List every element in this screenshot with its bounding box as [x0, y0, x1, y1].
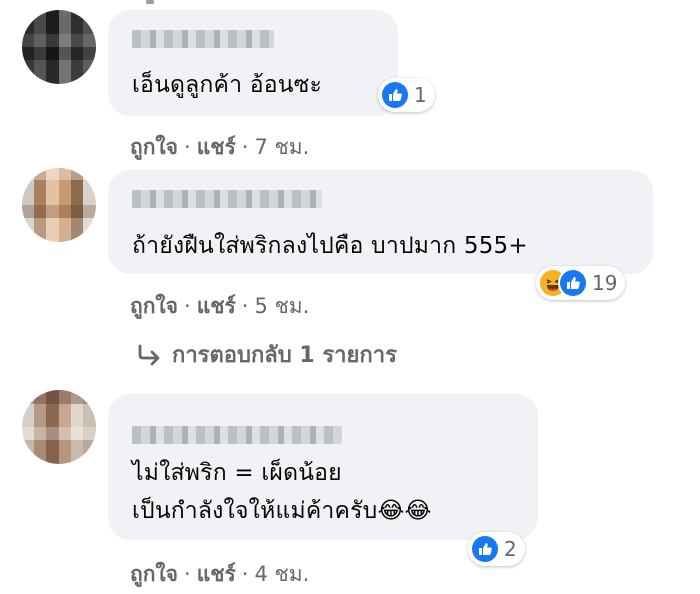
- author-name-blurred[interactable]: [132, 426, 342, 444]
- like-link[interactable]: ถูกใจ: [130, 135, 178, 159]
- share-link[interactable]: แชร์: [197, 562, 236, 586]
- previous-comment-edge: [0, 0, 700, 6]
- reaction-summary[interactable]: 2: [468, 532, 525, 566]
- avatar[interactable]: [22, 168, 96, 242]
- comment-bubble: ถ้ายังฝืนใส่พริกลงไปคือ บาปมาก 555+: [108, 170, 653, 274]
- like-icon: [560, 270, 586, 296]
- share-link[interactable]: แชร์: [197, 135, 236, 159]
- reaction-summary[interactable]: 19: [536, 266, 626, 300]
- like-icon: [382, 82, 408, 108]
- timestamp[interactable]: 5 ชม.: [254, 294, 309, 318]
- reaction-count: 19: [592, 271, 618, 295]
- comment-text-line-2: เป็นกำลังใจให้แม่ค้าครับ😂😂: [132, 498, 432, 524]
- avatar[interactable]: [22, 390, 96, 464]
- comment-actions: ถูกใจ · แชร์ · 7 ชม.: [130, 135, 310, 159]
- timestamp[interactable]: 4 ชม.: [254, 562, 309, 586]
- reaction-count: 2: [504, 537, 517, 561]
- comment-actions: ถูกใจ · แชร์ · 4 ชม.: [130, 562, 310, 586]
- like-link[interactable]: ถูกใจ: [130, 294, 178, 318]
- author-name-blurred[interactable]: [132, 30, 274, 48]
- avatar[interactable]: [22, 10, 96, 84]
- reaction-summary[interactable]: 1: [378, 78, 435, 112]
- timestamp[interactable]: 7 ชม.: [254, 135, 309, 159]
- reaction-count: 1: [414, 83, 427, 107]
- comment-bubble: เอ็นดูลูกค้า อ้อนซะ: [108, 10, 398, 116]
- view-replies-link[interactable]: การตอบกลับ 1 รายการ: [136, 337, 397, 372]
- comment-text: ถ้ายังฝืนใส่พริกลงไปคือ บาปมาก 555+: [132, 233, 528, 259]
- reply-arrow-icon: [138, 344, 160, 365]
- replies-label: การตอบกลับ 1 รายการ: [172, 343, 397, 368]
- share-link[interactable]: แชร์: [197, 294, 236, 318]
- author-name-blurred[interactable]: [132, 190, 322, 208]
- comment-bubble: ไม่ใส่พริก = เผ็ดน้อย เป็นกำลังใจให้แม่ค…: [108, 394, 538, 540]
- comment-actions: ถูกใจ · แชร์ · 5 ชม.: [130, 294, 310, 318]
- like-link[interactable]: ถูกใจ: [130, 562, 178, 586]
- comment-text-line-1: ไม่ใส่พริก = เผ็ดน้อย: [132, 460, 342, 486]
- comment-text: เอ็นดูลูกค้า อ้อนซะ: [132, 72, 323, 98]
- like-icon: [472, 536, 498, 562]
